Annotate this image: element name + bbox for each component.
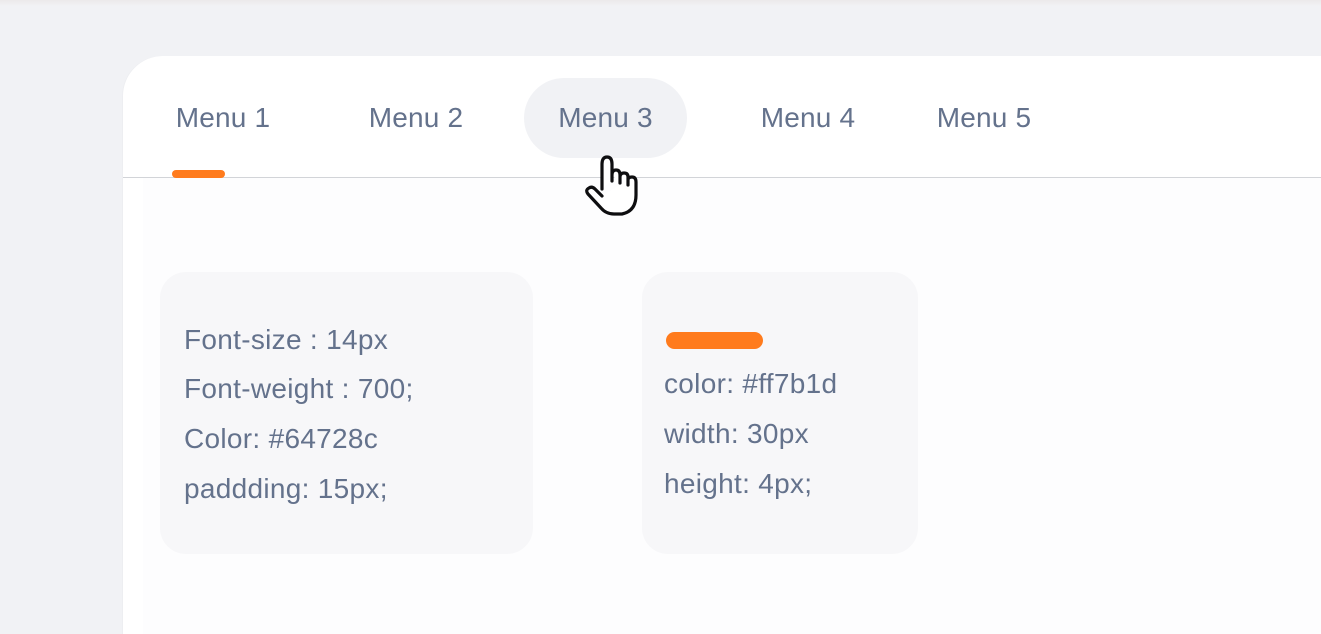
menu-panel: Menu 1 Menu 2 Menu 3 Menu 4 Menu 5 Font-…: [123, 56, 1321, 634]
spec-font-weight: Font-weight : 700;: [184, 373, 414, 404]
tab-menu-4[interactable]: Menu 4: [736, 78, 880, 158]
indicator-spec-card: color: #ff7b1d width: 30px height: 4px;: [642, 272, 918, 554]
spec-indicator-height: height: 4px;: [664, 468, 813, 499]
tab-menu-1[interactable]: Menu 1: [151, 78, 295, 158]
tab-menu-5[interactable]: Menu 5: [912, 78, 1056, 158]
active-tab-indicator: [172, 170, 225, 178]
spec-indicator-color: color: #ff7b1d: [664, 368, 838, 399]
indicator-swatch: [666, 332, 763, 349]
tab-menu-3[interactable]: Menu 3: [524, 78, 687, 158]
spec-padding: paddding: 15px;: [184, 473, 388, 504]
tab-bar: Menu 1 Menu 2 Menu 3 Menu 4 Menu 5: [123, 56, 1321, 178]
window-top-edge: [0, 0, 1321, 6]
spec-color: Color: #64728c: [184, 423, 379, 454]
spec-font-size: Font-size : 14px: [184, 324, 388, 355]
tab-menu-2[interactable]: Menu 2: [344, 78, 488, 158]
text-style-spec-card: Font-size : 14px Font-weight : 700; Colo…: [160, 272, 533, 554]
spec-indicator-width: width: 30px: [664, 418, 809, 449]
hand-pointer-icon: [582, 153, 644, 219]
